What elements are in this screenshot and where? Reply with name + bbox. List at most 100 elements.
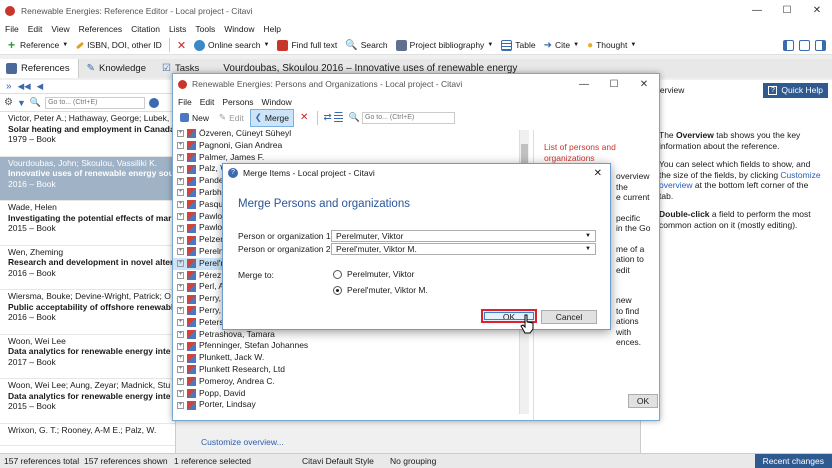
expand-icon[interactable]: + [177, 212, 184, 220]
find-full-text-button[interactable]: Find full text [273, 36, 341, 54]
list-item[interactable]: Woon, Wei Lee Data analytics for renewabl… [0, 335, 175, 379]
list-item[interactable]: + Pagnoni, Gian Andrea [173, 140, 519, 152]
persons-ok-button[interactable]: OK [628, 394, 658, 408]
menu-tools[interactable]: Tools [195, 24, 215, 34]
expand-icon[interactable]: + [177, 271, 184, 279]
list-item[interactable]: Wen, Zheming Research and development in … [0, 246, 175, 290]
search-button[interactable]: 🔍 Search [341, 36, 391, 54]
new-person-button[interactable]: New [176, 109, 213, 127]
online-search-button[interactable]: Online search ▼ [190, 36, 273, 54]
persons-goto-input[interactable] [362, 111, 456, 124]
expand-icon[interactable]: + [177, 319, 184, 327]
expand-icon[interactable]: + [177, 153, 184, 161]
maximize-button[interactable]: ☐ [772, 5, 802, 16]
recent-changes-button[interactable]: Recent changes [754, 454, 832, 468]
close-button[interactable]: ✕ [629, 79, 659, 90]
close-button[interactable]: ✕ [594, 168, 602, 179]
merge-button[interactable]: ❮ Merge [249, 108, 295, 127]
persons-menu-file[interactable]: File [178, 97, 192, 107]
list-item[interactable]: + Popp, David [173, 388, 519, 400]
expand-icon[interactable]: + [177, 330, 184, 338]
list-item-selected[interactable]: Vourdoubas, John; Skoulou, Vassiliki K. I… [0, 156, 175, 201]
list-item[interactable]: Victor, Peter A.; Hathaway, George; Lube… [0, 112, 175, 157]
merge-option-2[interactable]: Perel'muter, Viktor M. [333, 285, 428, 295]
expand-icon[interactable]: + [177, 283, 184, 291]
expand-icon[interactable]: + [177, 354, 184, 362]
radio-button-selected[interactable] [333, 285, 342, 295]
person-1-select[interactable]: Perelmuter, Viktor ▼ [331, 230, 596, 242]
list-item[interactable]: + Pomeroy, Andrea C. [173, 376, 519, 388]
menu-help[interactable]: Help [264, 24, 281, 34]
quick-search-icon[interactable] [149, 97, 160, 108]
close-button[interactable]: ✕ [802, 5, 832, 16]
filter-icon[interactable]: ▼ [17, 98, 26, 108]
list-item[interactable]: + Porter, Lindsay [173, 399, 519, 411]
merge-option-1[interactable]: Perelmuter, Viktor [333, 269, 414, 279]
expand-icon[interactable]: + [177, 189, 184, 197]
menu-lists[interactable]: Lists [169, 24, 186, 34]
expand-icon[interactable]: + [177, 401, 184, 409]
cite-button[interactable]: ➜ Cite ▼ [540, 36, 583, 54]
previous-icon[interactable]: ◀ [37, 81, 44, 92]
person-2-select[interactable]: Perel'muter, Viktor M. ▼ [331, 243, 596, 255]
expand-icon[interactable]: + [177, 165, 184, 173]
edit-person-button[interactable]: ✎ Edit [215, 109, 248, 127]
menu-references[interactable]: References [79, 24, 122, 34]
delete-person-button[interactable]: ✕ [296, 109, 312, 127]
menu-citation[interactable]: Citation [131, 24, 160, 34]
reference-goto-input[interactable] [45, 96, 146, 109]
list-item[interactable]: + Plunkett Research, Ltd [173, 364, 519, 376]
expand-icon[interactable]: + [177, 295, 184, 303]
customize-overview-link[interactable]: Customize overview... [201, 437, 284, 447]
maximize-button[interactable]: ☐ [599, 79, 629, 90]
expand-icon[interactable]: + [177, 260, 184, 268]
first-icon[interactable]: ◀◀ [18, 81, 31, 92]
list-icon[interactable] [333, 112, 343, 123]
expand-icon[interactable]: + [177, 224, 184, 232]
persons-menu-edit[interactable]: Edit [200, 97, 215, 107]
isbn-button[interactable]: ISBN, DOI, other ID [72, 36, 166, 54]
expand-icon[interactable]: + [177, 142, 184, 150]
quick-help-button[interactable]: ? Quick Help [763, 82, 828, 98]
list-item[interactable]: Wrixon, G. T.; Rooney, A-M E.; Palz, W. [0, 424, 175, 446]
table-button[interactable]: Table [497, 36, 539, 54]
list-item[interactable]: + Palmer, James F. [173, 152, 519, 164]
expand-icon[interactable]: + [177, 342, 184, 350]
menu-window[interactable]: Window [224, 24, 254, 34]
persons-menu-persons[interactable]: Persons [222, 97, 253, 107]
expand-icon[interactable]: + [177, 177, 184, 185]
layout-split-icon[interactable] [815, 39, 826, 51]
menu-edit[interactable]: Edit [28, 24, 43, 34]
list-item[interactable]: + Özveren, Cüneyt Süheyl [173, 128, 519, 140]
list-item[interactable]: Wade, Helen Investigating the potential e… [0, 201, 175, 246]
thought-button[interactable]: ● Thought ▼ [583, 36, 640, 54]
tab-knowledge[interactable]: ✎ Knowledge [79, 63, 154, 74]
delete-button[interactable]: ✕ [173, 36, 190, 54]
persons-menu-window[interactable]: Window [262, 97, 292, 107]
expand-icon[interactable]: + [177, 130, 184, 138]
expand-icon[interactable]: + [177, 248, 184, 256]
project-bibliography-button[interactable]: Project bibliography ▼ [392, 36, 498, 54]
list-item[interactable]: + Pfenninger, Stefan Johannes [173, 340, 519, 352]
layout-full-icon[interactable] [799, 39, 810, 51]
minimize-button[interactable]: — [569, 79, 599, 90]
expand-icon[interactable]: + [177, 378, 184, 386]
layout-left-icon[interactable] [783, 39, 794, 51]
list-item[interactable]: + Petrashova, Tamara [173, 329, 519, 341]
expand-icon[interactable]: » [6, 81, 12, 92]
list-item[interactable]: + Plunkett, Jack W. [173, 352, 519, 364]
settings-icon[interactable]: ⚙ [4, 97, 13, 108]
expand-icon[interactable]: + [177, 201, 184, 209]
list-item[interactable]: Wiersma, Bouke; Devine-Wright, Patrick; … [0, 290, 175, 335]
expand-icon[interactable]: + [177, 389, 184, 397]
tab-references[interactable]: References [0, 59, 79, 78]
menu-view[interactable]: View [51, 24, 69, 34]
expand-icon[interactable]: + [177, 236, 184, 244]
radio-button[interactable] [333, 269, 342, 279]
list-item[interactable]: Woon, Wei Lee; Aung, Zeyar; Madnick, Stu… [0, 379, 175, 424]
cancel-button[interactable]: Cancel [541, 310, 597, 324]
menu-file[interactable]: File [5, 24, 19, 34]
new-reference-button[interactable]: + Reference ▼ [2, 36, 72, 54]
expand-icon[interactable]: + [177, 307, 184, 315]
move-icon[interactable]: ⇄ [323, 112, 331, 123]
